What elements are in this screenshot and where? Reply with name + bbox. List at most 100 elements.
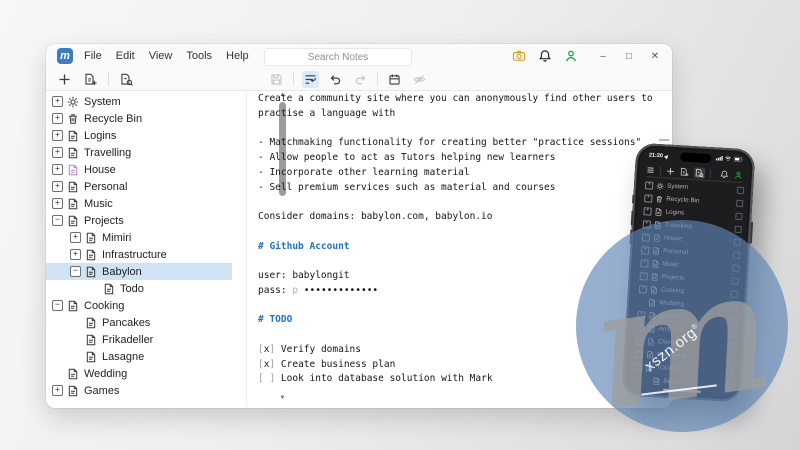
camera-icon[interactable] <box>512 49 526 63</box>
tree-item-label: Games <box>84 385 119 397</box>
watermark-m-glyph: m <box>576 220 788 432</box>
titlebar-actions: – □ ✕ <box>512 44 662 68</box>
tree-item-music[interactable]: +Music <box>46 195 232 212</box>
find-note-icon <box>694 167 706 179</box>
tree-item-personal[interactable]: + Personal <box>46 178 232 195</box>
add-note-button[interactable] <box>56 71 73 88</box>
search-input[interactable]: Search Notes <box>264 48 412 66</box>
history-button[interactable] <box>386 71 403 88</box>
editor-line: - Allow people to act as Tutors helping … <box>258 151 664 166</box>
tree-item-label: Logins <box>84 130 116 142</box>
tree-item-logins[interactable]: + Logins <box>46 127 232 144</box>
expand-icon[interactable]: + <box>52 130 63 141</box>
tree-item-label: Lasagne <box>102 351 144 363</box>
tree-item-pancakes[interactable]: Pancakes <box>46 314 232 331</box>
app-logo-icon: m <box>57 48 73 64</box>
note-icon <box>85 334 97 346</box>
tree-item-cooking[interactable]: −Cooking <box>46 297 232 314</box>
find-note-button[interactable] <box>118 71 135 88</box>
tree-item-label: Pancakes <box>102 317 150 329</box>
hide-button[interactable] <box>411 71 428 88</box>
tree-item-recycle-bin[interactable]: + Recycle Bin <box>46 110 232 127</box>
collapse-icon[interactable]: − <box>52 300 63 311</box>
close-button[interactable]: ✕ <box>648 51 662 62</box>
notifications-bell-icon[interactable] <box>538 49 552 63</box>
expand-icon[interactable]: + <box>52 198 63 209</box>
signal-icon <box>715 155 723 162</box>
editor-line <box>258 195 664 210</box>
editor-scrollbar[interactable] <box>659 139 669 141</box>
expand-icon[interactable]: + <box>70 232 81 243</box>
expand-icon[interactable]: + <box>52 147 63 158</box>
tree-item-label: Todo <box>120 283 144 295</box>
create-child-note-icon <box>680 167 690 177</box>
note-icon <box>67 181 79 193</box>
tree-item-house[interactable]: +House <box>46 161 232 178</box>
expand-icon: + <box>644 194 652 202</box>
tree-item-todo[interactable]: Todo <box>46 280 232 297</box>
expand-icon[interactable]: + <box>52 164 63 175</box>
toolbar-divider <box>293 72 294 86</box>
tree-item-label: Personal <box>84 181 127 193</box>
note-icon <box>67 215 79 227</box>
trash-icon <box>67 113 79 125</box>
editor-line <box>258 122 664 137</box>
tree-item-frikadeller[interactable]: Frikadeller <box>46 331 232 348</box>
tree-item-lasagne[interactable]: Lasagne <box>46 348 232 365</box>
minimize-button[interactable]: – <box>596 51 610 62</box>
toolbar-divider <box>660 166 662 175</box>
undo-button[interactable] <box>327 71 344 88</box>
menu-hamburger-icon <box>646 165 656 175</box>
note-tree: +System+Recycle Bin+Logins+Travelling+Ho… <box>46 91 232 405</box>
expand-icon[interactable]: + <box>70 249 81 260</box>
phone-tree-item-label: Logins <box>665 209 684 217</box>
expand-icon[interactable]: + <box>52 113 63 124</box>
account-icon[interactable] <box>564 49 578 63</box>
menu-help[interactable]: Help <box>219 50 256 62</box>
editor-line: - Matchmaking functionality for creating… <box>258 136 664 151</box>
tree-item-system[interactable]: +System <box>46 93 232 110</box>
menu-file[interactable]: File <box>77 50 109 62</box>
save-button[interactable] <box>268 71 285 88</box>
menu-edit[interactable]: Edit <box>109 50 142 62</box>
collapse-icon[interactable]: − <box>52 215 63 226</box>
tree-item-label: Frikadeller <box>102 334 153 346</box>
word-wrap-button[interactable] <box>302 71 319 88</box>
note-icon <box>67 385 79 397</box>
add-note-icon <box>666 166 676 176</box>
tree-item-projects[interactable]: −Projects <box>46 212 232 229</box>
note-icon <box>67 198 79 210</box>
note-icon <box>103 283 115 295</box>
trash-icon <box>655 194 663 202</box>
phone-mute-switch <box>631 195 634 204</box>
editor-line: Create a community site where you can an… <box>258 92 664 107</box>
tree-item-babylon[interactable]: −Babylon <box>46 263 232 280</box>
expand-icon: + <box>645 181 653 189</box>
tree-item-games[interactable]: + Games <box>46 382 232 399</box>
editor-line: - Sell premium services such as material… <box>258 181 664 196</box>
expand-icon[interactable]: + <box>52 385 63 396</box>
menu-tools[interactable]: Tools <box>179 50 219 62</box>
expand-icon[interactable]: + <box>52 96 63 107</box>
tree-item-label: Recycle Bin <box>84 113 142 125</box>
collapse-icon[interactable]: − <box>70 266 81 277</box>
tree-item-label: Infrastructure <box>102 249 167 261</box>
watermark-logo-circle: m <box>576 220 788 432</box>
gear-icon <box>67 96 79 108</box>
redo-button[interactable] <box>352 71 369 88</box>
menu-view[interactable]: View <box>142 50 180 62</box>
note-icon <box>67 368 79 380</box>
tree-item-infrastructure[interactable]: + Infrastructure <box>46 246 232 263</box>
tree-item-mimiri[interactable]: +Mimiri <box>46 229 232 246</box>
tree-item-wedding[interactable]: Wedding <box>46 365 232 382</box>
note-icon <box>67 300 79 312</box>
row-marker <box>735 213 742 220</box>
location-arrow-icon <box>664 153 670 159</box>
account-icon <box>734 170 744 180</box>
create-child-note-button[interactable] <box>82 71 99 88</box>
maximize-button[interactable]: □ <box>622 51 636 62</box>
tree-item-travelling[interactable]: +Travelling <box>46 144 232 161</box>
note-icon <box>67 130 79 142</box>
editor-toolbar <box>268 68 428 90</box>
expand-icon[interactable]: + <box>52 181 63 192</box>
